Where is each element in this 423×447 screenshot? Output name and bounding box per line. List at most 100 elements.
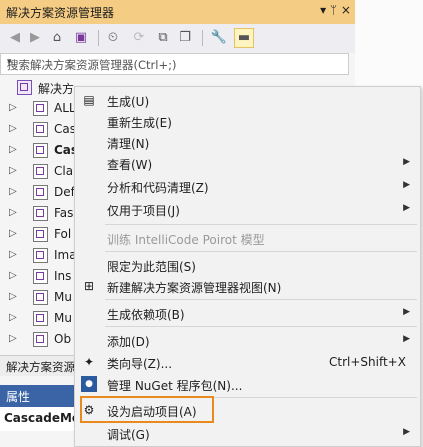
menu-item-label: 新建解决方案资源管理器视图(N) bbox=[107, 281, 282, 295]
expand-arrow-icon[interactable]: ▷ bbox=[9, 165, 17, 176]
solution-icon bbox=[17, 80, 32, 95]
menu-separator bbox=[105, 224, 417, 225]
home-icon[interactable]: ⌂ bbox=[48, 29, 66, 47]
submenu-arrow-icon: ▶ bbox=[403, 334, 410, 344]
menu-item-class-wizard[interactable]: ✦ 类向导(Z)... Ctrl+Shift+X bbox=[75, 351, 420, 373]
menu-item-debug[interactable]: 调试(G) ▶ bbox=[75, 422, 420, 444]
toolbar-separator bbox=[202, 30, 203, 46]
menu-item-label: 生成(U) bbox=[107, 95, 150, 109]
menu-item-label: 添加(D) bbox=[107, 335, 150, 349]
collapse-all-icon[interactable]: ⧉ bbox=[154, 29, 172, 47]
menu-item-project-only[interactable]: 仅用于项目(J) ▶ bbox=[75, 198, 420, 220]
tree-item-label: Ob bbox=[54, 332, 72, 346]
menu-item-scope[interactable]: 限定为此范围(S) bbox=[75, 254, 420, 276]
expand-arrow-icon[interactable]: ▷ bbox=[9, 102, 17, 113]
expand-arrow-icon[interactable]: ▷ bbox=[9, 270, 17, 281]
project-icon bbox=[33, 206, 48, 221]
menu-item-new-view[interactable]: ⊞ 新建解决方案资源管理器视图(N) bbox=[75, 275, 420, 297]
expand-arrow-icon[interactable]: ▷ bbox=[9, 228, 17, 239]
expand-arrow-icon[interactable]: ▷ bbox=[9, 144, 17, 155]
project-icon bbox=[33, 185, 48, 200]
pending-changes-icon[interactable]: ⏲ bbox=[104, 29, 122, 47]
menu-item-analyze[interactable]: 分析和代码清理(Z) ▶ bbox=[75, 175, 420, 197]
expand-arrow-icon[interactable]: ▷ bbox=[9, 333, 17, 344]
menu-item-label: 分析和代码清理(Z) bbox=[107, 181, 209, 195]
menu-item-dependencies[interactable]: 生成依赖项(B) ▶ bbox=[75, 302, 420, 324]
search-box[interactable]: 搜索解决方案资源管理器(Ctrl+;) ⌕ ▾ bbox=[0, 53, 349, 75]
tree-item-label: Cas bbox=[54, 122, 76, 136]
menu-item-label: 训练 IntelliCode Poirot 模型 bbox=[107, 233, 265, 247]
switch-views-icon[interactable]: ▣ bbox=[72, 29, 90, 47]
forward-icon[interactable]: ▶ bbox=[26, 29, 44, 47]
project-icon bbox=[33, 164, 48, 179]
properties-title: 属性 bbox=[6, 390, 31, 404]
menu-item-shortcut: Ctrl+Shift+X bbox=[329, 355, 406, 369]
submenu-arrow-icon: ▶ bbox=[403, 307, 410, 317]
tree-item-label: Mu bbox=[54, 290, 72, 304]
menu-item-intellicode: 训练 IntelliCode Poirot 模型 bbox=[75, 227, 420, 249]
panel-title: 解决方案资源管理器 bbox=[6, 6, 115, 20]
new-view-icon: ⊞ bbox=[83, 279, 95, 293]
tab-label: 解决方案资源 bbox=[6, 360, 75, 374]
expand-arrow-icon[interactable]: ▷ bbox=[9, 123, 17, 134]
menu-item-label: 限定为此范围(S) bbox=[107, 260, 196, 274]
tree-item-label: ALL bbox=[54, 101, 76, 115]
menu-item-label: 仅用于项目(J) bbox=[107, 204, 180, 218]
project-icon bbox=[33, 122, 48, 137]
highlight-box bbox=[80, 396, 214, 423]
menu-item-label: 重新生成(E) bbox=[107, 116, 172, 130]
properties-panel-header: 属性 bbox=[0, 385, 80, 407]
project-icon bbox=[33, 227, 48, 242]
expand-arrow-icon[interactable]: ▷ bbox=[9, 207, 17, 218]
sync-icon[interactable]: ⟳ bbox=[130, 29, 148, 47]
project-icon bbox=[33, 311, 48, 326]
menu-item-clean[interactable]: 清理(N) bbox=[75, 131, 420, 153]
project-icon bbox=[33, 248, 48, 263]
context-menu: ▤ 生成(U) 重新生成(E) 清理(N) 查看(W) ▶ 分析和代码清理(Z)… bbox=[74, 86, 421, 447]
properties-object-name: CascadeMo bbox=[4, 411, 81, 425]
menu-item-add[interactable]: 添加(D) ▶ bbox=[75, 329, 420, 351]
nuget-icon: ● bbox=[81, 376, 97, 392]
tab-solution-explorer[interactable]: 解决方案资源 bbox=[0, 355, 80, 376]
expand-arrow-icon[interactable]: ▷ bbox=[9, 186, 17, 197]
submenu-arrow-icon: ▶ bbox=[403, 203, 410, 213]
panel-toolbar: ◀ ▶ ⌂ ▣ ⏲ ⟳ ⧉ ❐ 🔧 ▬ bbox=[0, 24, 355, 53]
menu-item-label: 类向导(Z)... bbox=[107, 357, 173, 371]
properties-object[interactable]: CascadeMo bbox=[0, 407, 80, 431]
menu-item-rebuild[interactable]: 重新生成(E) bbox=[75, 110, 420, 132]
tree-item-label: Cla bbox=[54, 164, 74, 178]
menu-item-build[interactable]: ▤ 生成(U) bbox=[75, 89, 420, 111]
submenu-arrow-icon: ▶ bbox=[403, 157, 410, 167]
toolbar-separator bbox=[98, 30, 99, 46]
menu-separator bbox=[105, 251, 417, 252]
project-icon bbox=[33, 101, 48, 116]
build-icon: ▤ bbox=[83, 93, 95, 107]
menu-item-view[interactable]: 查看(W) ▶ bbox=[75, 152, 420, 174]
menu-item-label: 管理 NuGet 程序包(N)... bbox=[107, 379, 243, 393]
class-wizard-icon: ✦ bbox=[83, 355, 95, 369]
expand-arrow-icon[interactable]: ▷ bbox=[9, 312, 17, 323]
menu-item-label: 查看(W) bbox=[107, 158, 153, 172]
panel-title-bar: 解决方案资源管理器 ▾ ᛘ × bbox=[0, 0, 355, 24]
project-icon bbox=[33, 332, 48, 347]
project-icon bbox=[33, 143, 48, 158]
panel-window-buttons[interactable]: ▾ ᛘ × bbox=[320, 3, 351, 17]
menu-item-label: 清理(N) bbox=[107, 137, 150, 151]
preview-selected-icon[interactable]: ▬ bbox=[234, 28, 254, 48]
tree-item-label: Mu bbox=[54, 311, 72, 325]
menu-item-nuget[interactable]: ● 管理 NuGet 程序包(N)... bbox=[75, 373, 420, 395]
expand-arrow-icon[interactable]: ▷ bbox=[9, 291, 17, 302]
menu-item-label: 调试(G) bbox=[107, 428, 150, 442]
properties-icon[interactable]: 🔧 bbox=[210, 29, 228, 47]
tree-item-label: Ins bbox=[54, 269, 72, 283]
menu-separator bbox=[105, 299, 417, 300]
show-all-files-icon[interactable]: ❐ bbox=[176, 29, 194, 47]
tree-item-label: Fas bbox=[54, 206, 74, 220]
tree-item-label: 解决方 bbox=[38, 82, 75, 96]
chevron-down-icon[interactable]: ▾ bbox=[7, 57, 342, 67]
menu-item-label: 生成依赖项(B) bbox=[107, 308, 185, 322]
project-icon bbox=[33, 290, 48, 305]
expand-arrow-icon[interactable]: ▷ bbox=[9, 249, 17, 260]
back-icon[interactable]: ◀ bbox=[6, 29, 24, 47]
tree-item-label: Fol bbox=[54, 227, 72, 241]
